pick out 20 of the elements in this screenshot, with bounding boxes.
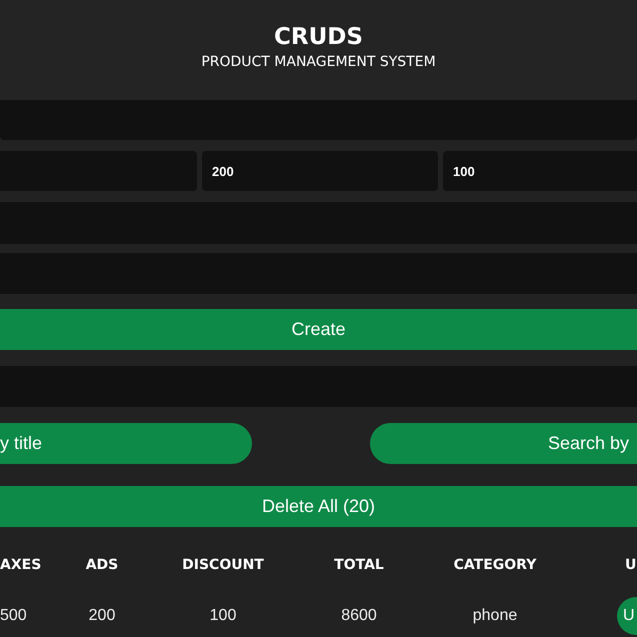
search-button[interactable]: Search by [370, 423, 637, 464]
create-button[interactable]: Create [0, 309, 637, 350]
app-subtitle: PRODUCT MANAGEMENT SYSTEM [201, 54, 436, 70]
column-header: TOTAL [333, 556, 385, 572]
column-header: U [624, 556, 637, 572]
table-cell-text: 500 [0, 607, 28, 625]
search-button[interactable]: y title [0, 423, 252, 464]
column-header: DISCOUNT [181, 556, 265, 572]
delete-all-button[interactable]: Delete All (20) [0, 486, 637, 527]
update-button[interactable]: U [617, 597, 637, 635]
table-cell-text: phone [472, 607, 518, 625]
column-header: AXES [0, 556, 42, 572]
column-header: CATEGORY [452, 556, 538, 572]
column-header: ADS [84, 556, 120, 572]
input-field[interactable]: 100 [443, 151, 637, 191]
input-field[interactable]: 200 [202, 151, 438, 191]
table-cell-text: 100 [208, 607, 238, 625]
table-cell-text: 200 [88, 607, 116, 625]
app-title: CRUDS [274, 23, 363, 52]
table-cell-text: 8600 [340, 607, 378, 625]
